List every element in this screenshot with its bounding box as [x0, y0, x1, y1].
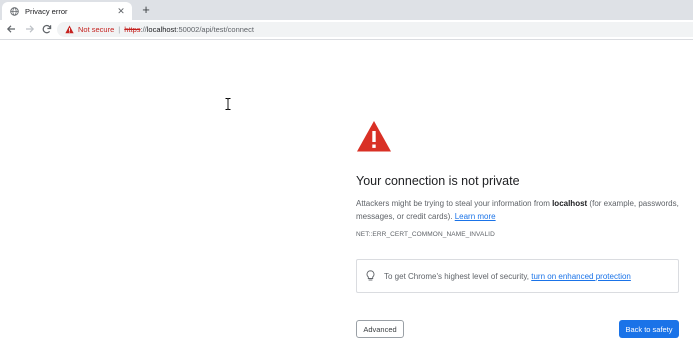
close-icon[interactable]: ✕ [116, 6, 126, 16]
interstitial-main: Your connection is not private Attackers… [356, 120, 679, 238]
explanation-pre: Attackers might be trying to steal your … [356, 199, 553, 208]
explanation-text: Attackers might be trying to steal your … [356, 198, 679, 223]
enhanced-protection-link[interactable]: turn on enhanced protection [531, 272, 631, 281]
error-code[interactable]: NET::ERR_CERT_COMMON_NAME_INVALID [356, 231, 679, 238]
address-separator: | [118, 25, 121, 34]
tab-title: Privacy error [25, 6, 68, 16]
tab-strip: Privacy error ✕ + [0, 0, 693, 20]
url-host: localhost [146, 25, 177, 34]
globe-icon [10, 6, 19, 16]
not-secure-label[interactable]: Not secure [78, 25, 114, 34]
enhanced-protection-prefix: To get Chrome's highest level of securit… [384, 271, 532, 281]
page-title: Your connection is not private [356, 174, 520, 188]
reload-icon[interactable] [41, 23, 53, 35]
enhanced-protection-text: To get Chrome's highest level of securit… [384, 272, 631, 281]
text-cursor-icon [225, 97, 231, 110]
url-path: :50002/api/test/connect [176, 25, 254, 34]
address-bar[interactable]: Not secure | https://localhost:50002/api… [57, 22, 693, 37]
new-tab-button[interactable]: + [139, 3, 153, 17]
forward-arrow-icon[interactable] [24, 23, 36, 35]
learn-more-link[interactable]: Learn more [455, 212, 496, 221]
advanced-button[interactable]: Advanced [356, 320, 404, 338]
warning-triangle-icon[interactable] [65, 25, 74, 34]
danger-triangle-icon [356, 120, 392, 153]
back-to-safety-button[interactable]: Back to safety [619, 320, 679, 338]
lightbulb-icon [366, 270, 375, 282]
browser-toolbar: Not secure | https://localhost:50002/api… [0, 20, 693, 40]
url-text[interactable]: https://localhost:50002/api/test/connect [124, 25, 254, 34]
enhanced-protection-box: To get Chrome's highest level of securit… [356, 259, 679, 293]
url-scheme: https [124, 25, 141, 34]
tab-privacy-error[interactable]: Privacy error ✕ [2, 2, 132, 20]
back-arrow-icon[interactable] [5, 23, 17, 35]
explanation-host: localhost [552, 199, 588, 208]
